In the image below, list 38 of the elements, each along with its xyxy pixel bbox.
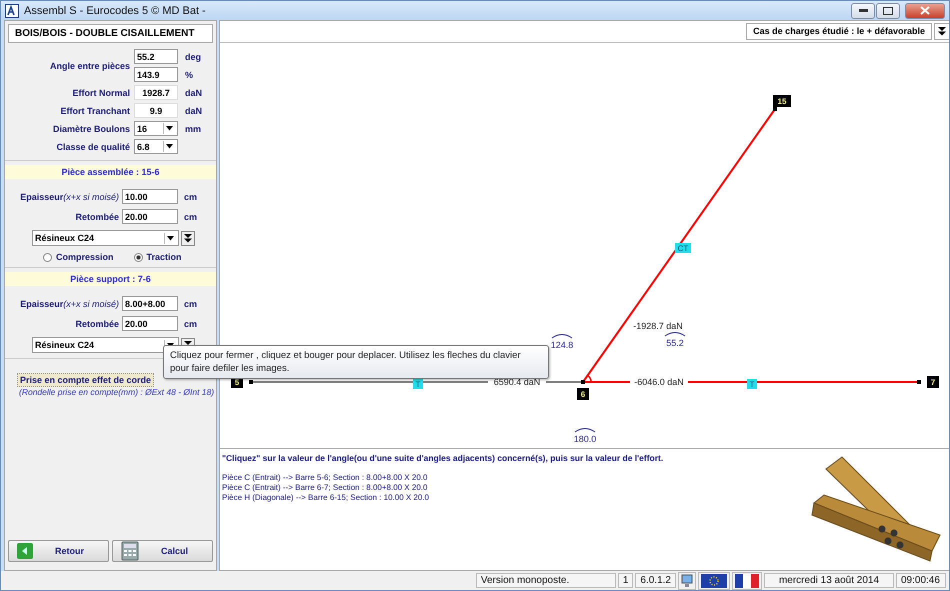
unit-label: cm — [183, 318, 198, 328]
unit-label: cm — [183, 212, 198, 222]
date-status: mercredi 13 août 2014 — [764, 573, 894, 588]
field-label: Epaisseur(x+x si moisé) — [19, 192, 119, 202]
panel-header: BOIS/BOIS - DOUBLE CISAILLEMENT — [8, 24, 213, 43]
field-label: Diamètre Boulons — [52, 124, 130, 134]
piece-line: Pièce C (Entrait) --> Barre 5-6; Section : 8.00+8.00 X 20.0 — [222, 473, 428, 483]
washer-note: (Rondelle prise en compte(mm) : ØExt 48 - ØInt 18) — [19, 387, 212, 397]
field-label: Angle entre pièces — [48, 60, 130, 70]
build-number: 6.0.1.2 — [635, 573, 676, 588]
field-label: Effort Normal — [71, 88, 130, 98]
piece-line: Pièce C (Entrait) --> Barre 6-7; Section : 8.00+8.00 X 20.0 — [222, 483, 428, 493]
bar-type-tag: T — [413, 379, 423, 389]
unit-label: mm — [184, 124, 202, 134]
instruction-text: "Cliquez" sur la valeur de l'angle(ou d'une suite d'angles adjacents) concerné(s), puis sur la valeur de l'effort. — [222, 453, 664, 463]
unit-label: daN — [184, 106, 204, 116]
field-label: Epaisseur(x+x si moisé) — [19, 298, 119, 308]
node-label: 7 — [927, 376, 939, 388]
unit-label: daN — [184, 88, 204, 98]
section-title: Pièce assemblée : 15-6 — [5, 165, 216, 179]
field-label: Retombée — [74, 318, 119, 328]
unit-label: deg — [184, 52, 202, 62]
version-status: Version monoposte. — [476, 573, 616, 588]
node-label: 6 — [577, 388, 589, 400]
time-status: 09:00:46 — [896, 573, 946, 588]
count-status: 1 — [618, 573, 634, 588]
field-label: Classe de qualité — [55, 142, 130, 152]
node-label: 15 — [773, 95, 791, 107]
bar-type-tag: CT — [675, 243, 691, 253]
unit-label: cm — [183, 298, 198, 308]
bar-type-tag: T — [747, 379, 757, 389]
piece-line: Pièce H (Diagonale) --> Barre 6-15; Section : 10.00 X 20.0 — [222, 493, 430, 503]
unit-label: % — [184, 70, 194, 80]
field-label: Effort Tranchant — [59, 106, 130, 116]
unit-label: cm — [183, 192, 198, 202]
section-title: Pièce support : 7-6 — [5, 272, 216, 286]
window-title: Assembl S - Eurocodes 5 © MD Bat - — [24, 4, 206, 16]
field-label: Retombée — [74, 212, 119, 222]
